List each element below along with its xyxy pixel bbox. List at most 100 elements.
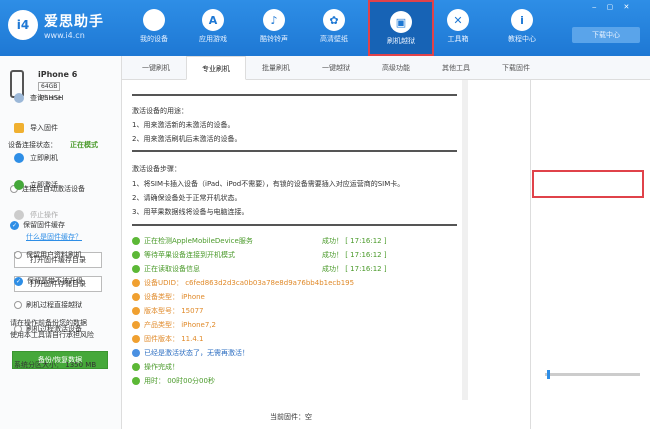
log-text: 已经是激活状态了，无需再激活！ (144, 349, 249, 357)
option-activate[interactable]: 刷机过程激活设备 (14, 324, 82, 334)
nav-label: 应用游戏 (199, 35, 227, 43)
box-icon: ▣ (390, 11, 412, 33)
highlight-box (532, 170, 644, 198)
nav-label: 我的设备 (140, 35, 168, 43)
log-text: 用时： 00时00分00秒 (144, 377, 215, 385)
step-line: 1、将SIM卡插入设备（iPad、iPod不需要），有锁的设备需要插入对应运营商… (132, 180, 405, 188)
purpose-line: 1、用来激活新的未激活的设备。 (132, 121, 235, 129)
purpose-line: 2、用来激活刷机后未激活的设备。 (132, 135, 242, 143)
log-text: 版本型号： 15077 (144, 307, 204, 315)
device-capacity: 64GB (38, 82, 61, 91)
logo-url: www.i4.cn (44, 30, 85, 40)
partition-label: 系统分区大小： (14, 361, 63, 369)
log-row: 版本型号： 15077 (132, 306, 204, 316)
import-icon (14, 123, 24, 133)
device-name: iPhone 6 (38, 70, 78, 79)
window-controls[interactable]: ‒ ▢ ✕ (592, 3, 633, 11)
nav-tutorials[interactable]: i 教程中心 (494, 0, 550, 56)
log-row: 正在检测AppleMobileDevice服务 成功！ [ 17:16:12 ] (132, 236, 387, 246)
nav-apps[interactable]: A 应用游戏 (185, 0, 241, 56)
search-icon (14, 93, 24, 103)
top-bar: i4 爱思助手 www.i4.cn 我的设备 A 应用游戏 ♪ 酷铃铃声 ✿ 高清壁纸… (0, 0, 650, 56)
divider (132, 94, 457, 96)
option-keep-data[interactable]: 保留用户资料刷机 (14, 250, 82, 260)
logo-title: 爱思助手 (44, 13, 104, 30)
log-text: 正在检测AppleMobileDevice服务 (144, 237, 253, 245)
keep-cache-label: 保留固件缓存 (23, 221, 65, 229)
info-dot-icon (132, 293, 140, 301)
scrollbar[interactable] (462, 80, 468, 400)
flower-icon: ✿ (323, 9, 345, 31)
app-logo: i4 爱思助手 www.i4.cn (8, 10, 104, 40)
log-row: 用时： 00时00分00秒 (132, 376, 215, 386)
log-row: 已经是激活状态了，无需再激活！ (132, 348, 249, 358)
nav-label: 教程中心 (508, 35, 536, 43)
divider (132, 150, 457, 152)
log-result: 成功！ [ 17:16:12 ] (322, 237, 387, 245)
option-label: 刷机过程激活设备 (26, 325, 82, 333)
bell-icon: ♪ (263, 9, 285, 31)
nav-my-device[interactable]: 我的设备 (126, 0, 182, 56)
option-jailbreak[interactable]: 刷机过程直接越狱 (14, 300, 82, 310)
log-text: 等待苹果设备连接到开机模式 (144, 251, 235, 259)
activate-now-button[interactable]: 立即激活 (14, 180, 58, 190)
tab-bar: 一键刷机 专业刷机 批量刷机 一键越狱 高级功能 其他工具 下载固件 (122, 56, 650, 80)
log-row: 等待苹果设备连接到开机模式 成功！ [ 17:16:12 ] (132, 250, 387, 260)
option-label: 保留基带不被升级 (27, 277, 83, 285)
stop-button[interactable]: 停止操作 (14, 210, 58, 220)
step-line: 2、请确保设备处于正常开机状态。 (132, 194, 242, 202)
step-line: 3、用苹果数据线将设备与电脑连接。 (132, 208, 249, 216)
flash-icon (14, 153, 24, 163)
info-icon: i (511, 9, 533, 31)
partition-slider[interactable] (545, 370, 640, 379)
nav-ringtones[interactable]: ♪ 酷铃铃声 (246, 0, 302, 56)
divider (132, 224, 457, 226)
nav-label: 工具箱 (447, 35, 469, 43)
activate-icon (14, 180, 24, 190)
radio-icon (14, 301, 22, 309)
tab-jailbreak[interactable]: 一键越狱 (306, 56, 366, 80)
log-text: 产品类型： iPhone7,2 (144, 321, 216, 329)
cache-help-link[interactable]: 什么是固件缓存？ (26, 232, 82, 242)
success-icon (132, 363, 140, 371)
success-icon (132, 377, 140, 385)
slider-handle[interactable] (547, 370, 550, 379)
info-dot-icon (132, 349, 140, 357)
partition-size: 系统分区大小： 1350 MB (14, 360, 96, 370)
nav-label: 酷铃铃声 (260, 35, 288, 43)
nav-wallpapers[interactable]: ✿ 高清壁纸 (306, 0, 362, 56)
log-row: 操作完成！ (132, 362, 179, 372)
tab-pro-flash[interactable]: 专业刷机 (186, 56, 246, 80)
query-shsh-button[interactable]: 查询SHSH (14, 93, 63, 103)
download-center-button[interactable]: 下载中心 (572, 27, 640, 43)
action-label: 立即刷机 (30, 154, 58, 162)
import-firmware-button[interactable]: 导入固件 (14, 123, 58, 133)
stop-icon (14, 210, 24, 220)
log-panel: 激活设备的用途： 1、用来激活新的未激活的设备。 2、用来激活刷机后未激活的设备… (132, 92, 462, 402)
success-icon (132, 251, 140, 259)
option-label: 刷机过程直接越狱 (26, 301, 82, 309)
log-row: 设备UDID： c6fed863d2d3ca0b03a78e8d9a76bb4b… (132, 278, 354, 288)
flash-now-button[interactable]: 立即刷机 (14, 153, 58, 163)
nav-flash-jailbreak[interactable]: ▣ 刷机越狱 (368, 0, 434, 56)
log-row: 正在读取设备信息 成功！ [ 17:16:12 ] (132, 264, 387, 274)
tab-other-tools[interactable]: 其他工具 (426, 56, 486, 80)
option-keep-baseband[interactable]: ✓ 保留基带不被升级 (14, 276, 83, 286)
nav-label: 高清壁纸 (320, 35, 348, 43)
tab-one-click-flash[interactable]: 一键刷机 (126, 56, 186, 80)
log-text: 正在读取设备信息 (144, 265, 200, 273)
purpose-title: 激活设备的用途： (132, 107, 188, 115)
log-row: 产品类型： iPhone7,2 (132, 320, 216, 330)
action-label: 导入固件 (30, 124, 58, 132)
log-row: 设备类型： iPhone (132, 292, 205, 302)
action-label: 查询SHSH (30, 94, 64, 102)
log-result: 成功！ [ 17:16:12 ] (322, 265, 387, 273)
nav-label: 刷机越狱 (387, 37, 415, 45)
tab-download-firmware[interactable]: 下载固件 (486, 56, 546, 80)
nav-toolbox[interactable]: ✕ 工具箱 (430, 0, 486, 56)
tab-advanced[interactable]: 高级功能 (366, 56, 426, 80)
tab-batch-flash[interactable]: 批量刷机 (246, 56, 306, 80)
log-text: 操作完成！ (144, 363, 179, 371)
keep-cache-checkbox[interactable]: ✓ 保留固件缓存 (10, 220, 65, 230)
log-text: 设备UDID： c6fed863d2d3ca0b03a78e8d9a76bb4b… (144, 279, 355, 287)
